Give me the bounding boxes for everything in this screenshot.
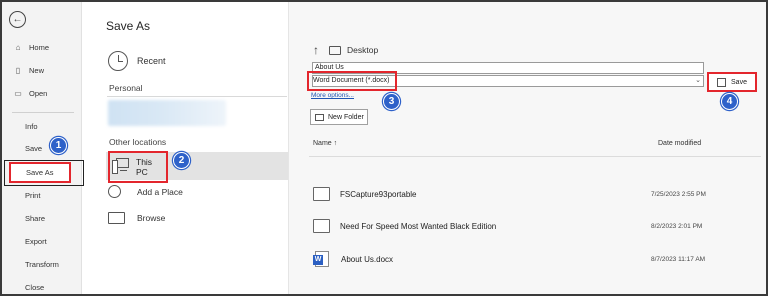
location-label: Recent xyxy=(137,56,166,66)
nav-item-print[interactable]: Print xyxy=(2,186,82,204)
locations-panel: Save As Recent Personal Other locations … xyxy=(84,2,288,294)
folder-icon xyxy=(329,45,341,55)
location-label: Browse xyxy=(137,213,166,223)
step-badge-3: 3 xyxy=(383,93,400,110)
location-label: This PC xyxy=(136,157,153,177)
backstage-nav: ← ⌂ Home ▯ New ▭ Open Info Save Print Sh… xyxy=(2,2,82,294)
nav-item-label: Info xyxy=(25,121,38,131)
new-folder-label: New Folder xyxy=(328,113,364,121)
word-document-icon xyxy=(313,251,329,267)
file-type-value[interactable]: Word Document (*.docx) xyxy=(307,71,397,91)
folder-icon xyxy=(108,212,125,224)
new-folder-icon xyxy=(315,113,324,121)
file-list-item[interactable]: Need For Speed Most Wanted Black Edition… xyxy=(313,213,753,239)
breadcrumb: ↑ Desktop xyxy=(313,43,378,57)
nav-item-home[interactable]: ⌂ Home xyxy=(2,38,82,56)
save-icon xyxy=(717,77,727,87)
section-header-other: Other locations xyxy=(109,137,167,147)
file-date: 7/25/2023 2:55 PM xyxy=(651,190,706,198)
nav-item-label: Open xyxy=(29,88,48,98)
nav-item-label: Transform xyxy=(25,259,59,269)
file-name: Need For Speed Most Wanted Black Edition xyxy=(340,221,497,231)
step-badge-2: 2 xyxy=(173,152,190,169)
location-this-pc[interactable]: This PC xyxy=(108,151,168,183)
nav-item-label: Save As xyxy=(26,168,54,177)
save-panel: ↑ Desktop About Us ⌄ Word Document (*.do… xyxy=(288,2,766,294)
column-header-date[interactable]: Date modified xyxy=(658,140,701,147)
file-list-item[interactable]: About Us.docx 8/7/2023 11:17 AM xyxy=(313,246,753,272)
more-options-link[interactable]: More options... xyxy=(311,92,354,99)
file-date: 8/2/2023 2:01 PM xyxy=(651,222,703,230)
nav-item-label: Export xyxy=(25,236,47,246)
nav-item-close[interactable]: Close xyxy=(2,278,82,296)
computer-icon xyxy=(112,158,130,175)
nav-item-label: Share xyxy=(25,213,46,223)
nav-item-export[interactable]: Export xyxy=(2,232,82,250)
step-badge-1: 1 xyxy=(50,137,67,154)
page-title: Save As xyxy=(106,19,151,33)
folder-icon xyxy=(313,187,330,201)
nav-item-save[interactable]: Save xyxy=(2,139,82,157)
blurred-account[interactable] xyxy=(108,100,226,126)
header-divider xyxy=(309,156,761,157)
open-folder-icon: ▭ xyxy=(14,88,22,98)
section-divider xyxy=(107,96,287,97)
save-button[interactable]: Save xyxy=(707,72,757,92)
up-arrow-icon[interactable]: ↑ xyxy=(313,43,319,57)
home-icon: ⌂ xyxy=(15,42,21,52)
file-list-item[interactable]: FSCapture93portable 7/25/2023 2:55 PM xyxy=(313,181,753,207)
globe-icon xyxy=(108,185,121,198)
step-badge-4: 4 xyxy=(721,93,738,110)
column-header-name[interactable]: Name ↑ xyxy=(313,140,337,147)
nav-item-label: Home xyxy=(29,42,50,52)
chevron-down-icon: ⌄ xyxy=(695,77,701,84)
location-browse[interactable]: Browse xyxy=(108,212,165,224)
nav-item-label: Close xyxy=(25,282,45,292)
nav-item-label: Print xyxy=(25,190,41,200)
file-name: FSCapture93portable xyxy=(340,189,417,199)
nav-item-label: Save xyxy=(25,143,43,153)
nav-item-info[interactable]: Info xyxy=(2,117,82,135)
file-date: 8/7/2023 11:17 AM xyxy=(651,255,706,263)
save-button-label: Save xyxy=(731,78,747,86)
nav-item-open[interactable]: ▭ Open xyxy=(2,84,82,102)
folder-icon xyxy=(313,219,330,233)
new-folder-button[interactable]: New Folder xyxy=(310,109,368,125)
nav-item-share[interactable]: Share xyxy=(2,209,82,227)
nav-item-save-as[interactable]: Save As xyxy=(9,162,71,183)
back-arrow-icon[interactable]: ← xyxy=(9,11,26,28)
clock-icon xyxy=(108,51,128,71)
location-label: Add a Place xyxy=(137,186,183,197)
nav-item-label: New xyxy=(29,65,45,75)
current-path: Desktop xyxy=(347,45,379,55)
location-recent[interactable]: Recent xyxy=(108,51,166,71)
nav-item-new[interactable]: ▯ New xyxy=(2,61,82,79)
new-document-icon: ▯ xyxy=(15,65,21,75)
nav-divider xyxy=(12,112,74,113)
section-header-personal: Personal xyxy=(109,83,143,93)
location-add-place[interactable]: Add a Place xyxy=(108,185,183,198)
file-name: About Us.docx xyxy=(341,254,394,264)
nav-item-transform[interactable]: Transform xyxy=(2,255,82,273)
